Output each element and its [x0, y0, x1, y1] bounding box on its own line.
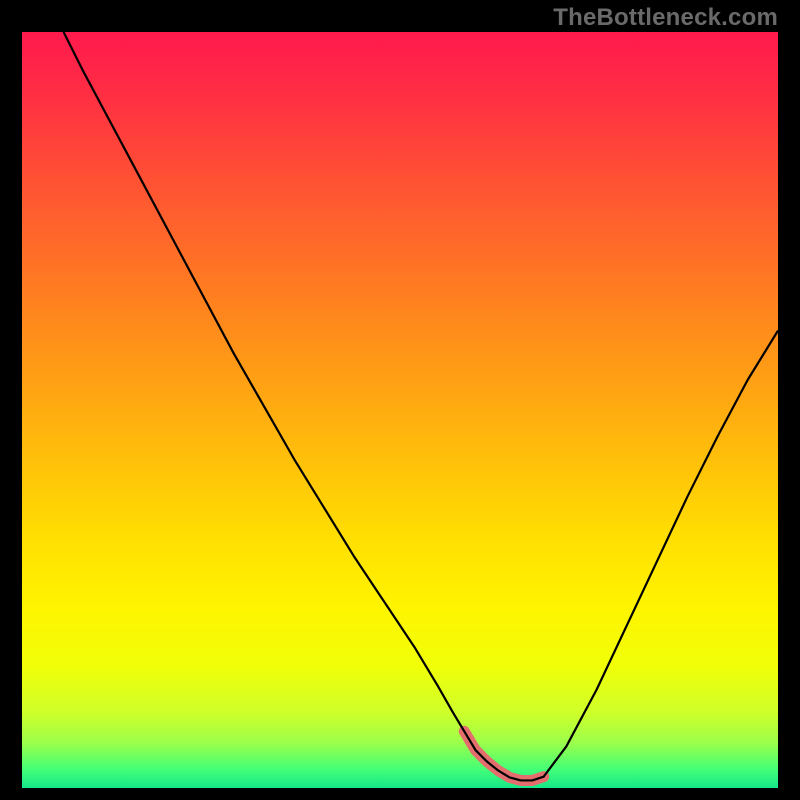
bottleneck-curve: [64, 32, 778, 780]
watermark-text: TheBottleneck.com: [553, 4, 778, 32]
plot-area: [22, 32, 778, 788]
chart-container: TheBottleneck.com: [0, 0, 800, 800]
curve-layer: [22, 32, 778, 788]
